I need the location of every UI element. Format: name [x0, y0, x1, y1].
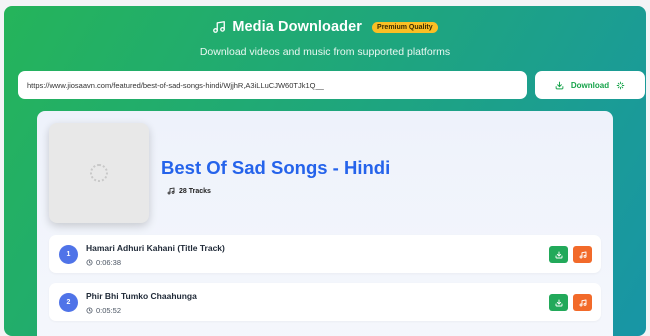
sparkle-icon	[616, 81, 625, 89]
track-audio-button[interactable]	[573, 246, 592, 263]
music-note-icon	[579, 299, 586, 306]
loading-spinner-icon	[90, 164, 108, 182]
app-header: Media Downloader Premium Quality	[4, 17, 646, 37]
track-number: 2	[59, 293, 78, 312]
track-title: Hamari Adhuri Kahani (Title Track)	[86, 243, 225, 253]
track-count: 28 Tracks	[167, 187, 211, 195]
clock-icon	[86, 259, 93, 266]
clock-icon	[86, 307, 93, 314]
music-note-icon	[213, 21, 226, 33]
track-duration: 0:06:38	[86, 258, 121, 267]
download-icon	[555, 299, 562, 306]
track-download-button[interactable]	[549, 294, 568, 311]
track-row: 2 Phir Bhi Tumko Chaahunga 0:05:52	[49, 283, 601, 321]
track-number: 1	[59, 245, 78, 264]
download-button[interactable]: Download	[535, 71, 645, 99]
duration-text: 0:06:38	[96, 258, 122, 267]
track-audio-button[interactable]	[573, 294, 592, 311]
track-download-button[interactable]	[549, 246, 568, 263]
app-title: Media Downloader	[232, 19, 363, 35]
music-note-icon	[167, 187, 175, 195]
download-icon	[555, 81, 564, 89]
track-count-label: 28 Tracks	[179, 187, 211, 195]
album-title: Best Of Sad Songs - Hindi	[161, 157, 391, 178]
download-button-label: Download	[570, 80, 610, 90]
premium-badge: Premium Quality	[372, 21, 438, 33]
duration-text: 0:05:52	[96, 306, 122, 315]
track-row: 1 Hamari Adhuri Kahani (Title Track) 0:0…	[49, 235, 601, 273]
url-input[interactable]	[18, 71, 527, 99]
download-icon	[555, 251, 562, 258]
app-panel: Media Downloader Premium Quality Downloa…	[4, 6, 646, 336]
album-cover	[49, 123, 149, 223]
album-card: Best Of Sad Songs - Hindi 28 Tracks 1 Ha…	[37, 111, 613, 336]
track-duration: 0:05:52	[86, 306, 121, 315]
track-title: Phir Bhi Tumko Chaahunga	[86, 291, 197, 301]
subtitle: Download videos and music from supported…	[199, 46, 451, 58]
music-note-icon	[579, 251, 586, 258]
